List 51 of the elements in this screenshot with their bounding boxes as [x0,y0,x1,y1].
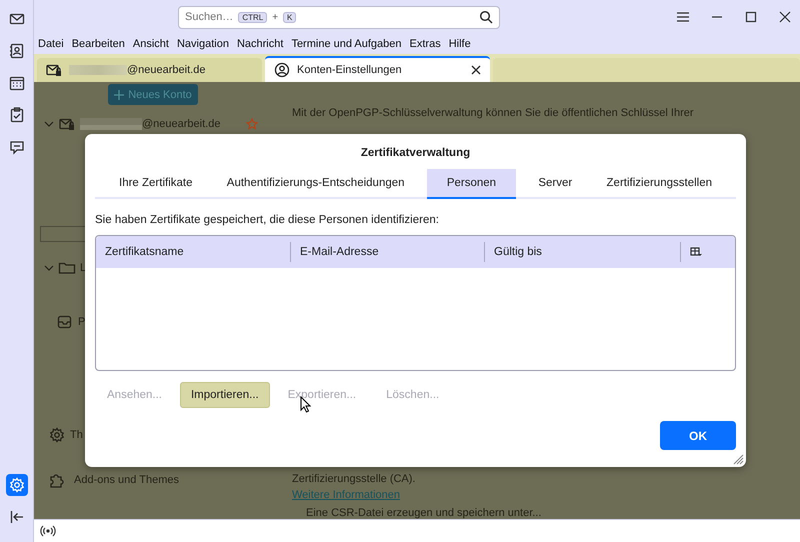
menu-item[interactable]: Hilfe [444,38,475,50]
dialog-button[interactable]: Importieren... [180,382,270,408]
intro-text: Mit der OpenPGP-Schlüsselverwaltung können Sie die öffentlichen Schlüssel Ihrer [292,107,695,119]
tab[interactable]: Zertifizierungsstellen [594,169,724,199]
close-icon[interactable] [778,10,792,24]
address-book-icon[interactable] [8,42,26,60]
inbox-icon [56,313,74,331]
search-field[interactable]: Suchen… CTRL + K [178,6,500,28]
signal-icon[interactable] [40,524,56,538]
calendar-icon[interactable] [8,74,26,92]
menu-item[interactable]: Navigation [172,38,233,50]
menu-item[interactable]: Extras [406,38,445,50]
menu-item[interactable]: Datei [34,38,68,50]
plus-icon [114,90,124,100]
ok-button[interactable]: OK [660,421,736,450]
body-text: Zertifizierungsstelle (CA). [292,473,416,485]
tab[interactable]: @neuearbeit.de [37,58,262,82]
settings-icon [48,426,66,444]
star-icon[interactable] [246,118,258,130]
key-label: CTRL [238,12,268,22]
dialog-title: Zertifikatverwaltung [360,147,472,159]
tab[interactable]: Server [526,169,584,199]
settings-icon[interactable] [8,476,26,494]
description-text: Sie haben Zertifikate gespeichert, die diese Personen identifizieren: [95,214,440,226]
tab[interactable]: Ihre Zertifikate [107,169,204,199]
menu-item[interactable]: Ansicht [128,38,173,50]
menu-icon[interactable] [676,10,690,24]
close-icon[interactable] [470,64,482,76]
column-picker-icon[interactable] [690,246,702,258]
tab[interactable]: Personen [426,169,516,199]
plus-sign: + [272,12,278,22]
chevron-down-icon[interactable] [44,119,54,129]
resize-grip-icon[interactable] [731,452,744,465]
column-header[interactable]: Gültig bis [485,242,681,262]
input-field[interactable] [40,226,86,242]
redacted-block [80,118,142,130]
key-label: K [283,12,296,22]
tab[interactable]: Authentifizierungs-Entscheidungen [214,169,417,199]
chevron-down-icon[interactable] [44,263,54,273]
maximize-icon[interactable] [744,10,758,24]
menu-item[interactable]: Bearbeiten [68,38,129,50]
tab-label: @neuearbeit.de [127,64,206,76]
tab-label: Konten-Einstellungen [297,64,402,76]
account-circle-icon [273,61,291,79]
column-header[interactable]: Zertifikatsname [96,242,291,262]
search-icon [479,10,493,24]
menu-item[interactable]: Nachricht [232,38,288,50]
tab[interactable]: Konten-Einstellungen [265,56,490,82]
menu-item[interactable]: Termine und Aufgaben [287,38,406,50]
search-placeholder: Suchen… [185,11,234,23]
column-header[interactable]: E-Mail-Adresse [291,242,485,262]
